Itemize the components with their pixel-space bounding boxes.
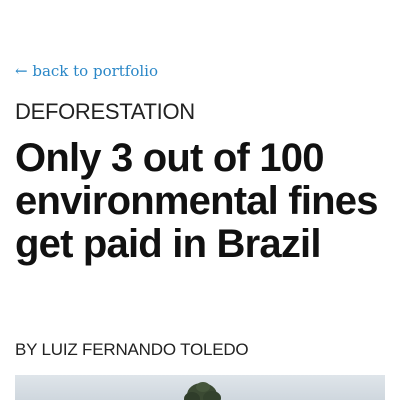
article-headline: Only 3 out of 100 environmental fines ge… [15, 136, 378, 266]
article-page: ← back to portfolio DEFORESTATION Only 3… [0, 0, 400, 400]
tree-canopy-image [184, 382, 221, 400]
article-byline: BY LUIZ FERNANDO TOLEDO [15, 340, 249, 359]
article-category: DEFORESTATION [15, 99, 195, 124]
hero-image [15, 375, 385, 400]
back-to-portfolio-link[interactable]: ← back to portfolio [15, 62, 158, 80]
